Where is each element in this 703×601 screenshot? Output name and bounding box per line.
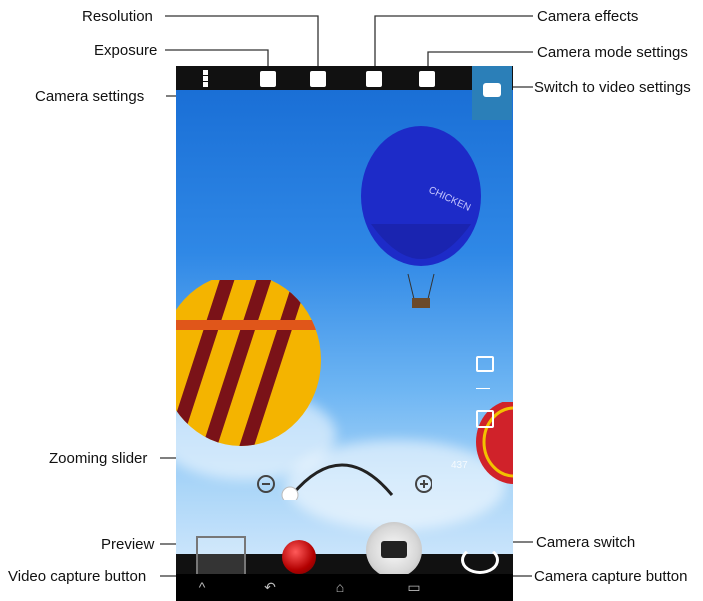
mode-icon[interactable] [419, 71, 435, 87]
overlay-number: 437 [451, 460, 468, 471]
side-mode-icon[interactable] [476, 356, 494, 372]
camera-screen: CHICKEN 437 ^ ↶ ⌂ ▭ [176, 66, 513, 601]
top-toolbar [176, 66, 513, 90]
camera-viewfinder[interactable]: CHICKEN 437 [176, 90, 513, 554]
home-icon[interactable]: ⌂ [332, 580, 348, 594]
record-dot-icon[interactable] [282, 540, 316, 574]
android-navbar: ^ ↶ ⌂ ▭ [176, 574, 513, 601]
line-exposure [165, 49, 269, 66]
camera-icon [381, 541, 407, 558]
line-camera-effects [374, 15, 533, 66]
line-camera-mode [427, 51, 533, 66]
back-icon[interactable]: ↶ [262, 580, 278, 594]
exposure-icon[interactable] [260, 71, 276, 87]
recent-apps-icon[interactable]: ▭ [406, 580, 422, 594]
zoom-slider[interactable] [252, 440, 432, 500]
camera-capture-button[interactable] [366, 522, 422, 578]
line-resolution [165, 15, 319, 66]
camera-video-switch-icon [483, 83, 501, 97]
zoom-slider-handle [281, 486, 299, 500]
blue-balloon: CHICKEN [361, 126, 481, 308]
rotate-camera-icon[interactable] [461, 546, 499, 574]
switch-video-button[interactable] [472, 66, 512, 120]
effects-icon[interactable] [366, 71, 382, 87]
resolution-icon[interactable] [310, 71, 326, 87]
side-frame-icon[interactable] [476, 410, 494, 428]
side-divider [476, 388, 490, 389]
vertical-dots-icon[interactable] [203, 70, 208, 88]
chevron-up-icon[interactable]: ^ [194, 580, 210, 594]
